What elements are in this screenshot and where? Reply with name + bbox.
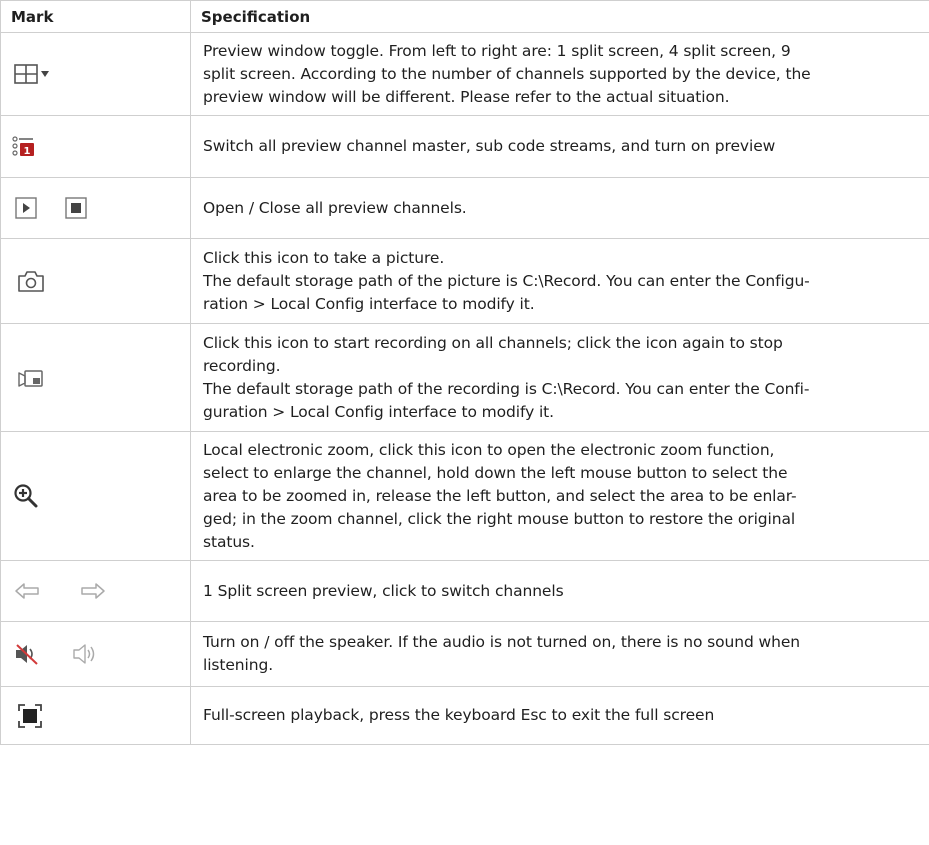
record-icon[interactable] [17,367,45,389]
stop-icon[interactable] [65,197,87,219]
table-row: Open / Close all preview channels. [0,177,929,239]
spec-cell: Turn on / off the speaker. If the audio … [190,621,929,687]
spec-cell: Click this icon to start recording on al… [190,323,929,432]
mark-cell [0,32,191,116]
zoom-in-icon[interactable] [13,483,39,509]
table-row: Full-screen playback, press the keyboard… [0,686,929,745]
split-screen-icon[interactable] [13,62,53,86]
mark-cell: 1 [0,115,191,178]
table-row: Preview window toggle. From left to righ… [0,32,929,116]
table-row: Local electronic zoom, click this icon t… [0,431,929,561]
table-row: 1 Switch all preview channel master, sub… [0,115,929,178]
spec-cell: 1 Split screen preview, click to switch … [190,560,929,622]
speaker-on-icon[interactable] [71,641,99,667]
mark-cell [0,621,191,687]
svg-text:1: 1 [24,146,31,157]
mark-cell [0,177,191,239]
mark-cell [0,323,191,432]
speaker-off-icon[interactable] [13,641,41,667]
mark-cell [0,238,191,324]
arrow-left-icon[interactable] [13,581,41,601]
camera-icon[interactable] [17,269,45,293]
table-row: Click this icon to start recording on al… [0,323,929,432]
spec-cell: Preview window toggle. From left to righ… [190,32,929,116]
table-header-row: Mark Specification [0,0,929,33]
play-icon[interactable] [15,197,37,219]
table-row: Click this icon to take a picture. The d… [0,238,929,324]
spec-cell: Local electronic zoom, click this icon t… [190,431,929,561]
arrow-right-icon[interactable] [79,581,107,601]
table-row: 1 Split screen preview, click to switch … [0,560,929,622]
spec-cell: Full-screen playback, press the keyboard… [190,686,929,745]
mark-cell [0,431,191,561]
fullscreen-icon[interactable] [17,703,43,729]
mark-column-header: Mark [0,0,191,33]
stream-switch-icon[interactable]: 1 [11,134,37,160]
mark-cell [0,686,191,745]
spec-cell: Switch all preview channel master, sub c… [190,115,929,178]
specification-table: Mark Specification Preview window toggle… [0,0,929,745]
spec-cell: Click this icon to take a picture. The d… [190,238,929,324]
spec-cell: Open / Close all preview channels. [190,177,929,239]
spec-column-header: Specification [190,0,929,33]
mark-cell [0,560,191,622]
table-row: Turn on / off the speaker. If the audio … [0,621,929,687]
